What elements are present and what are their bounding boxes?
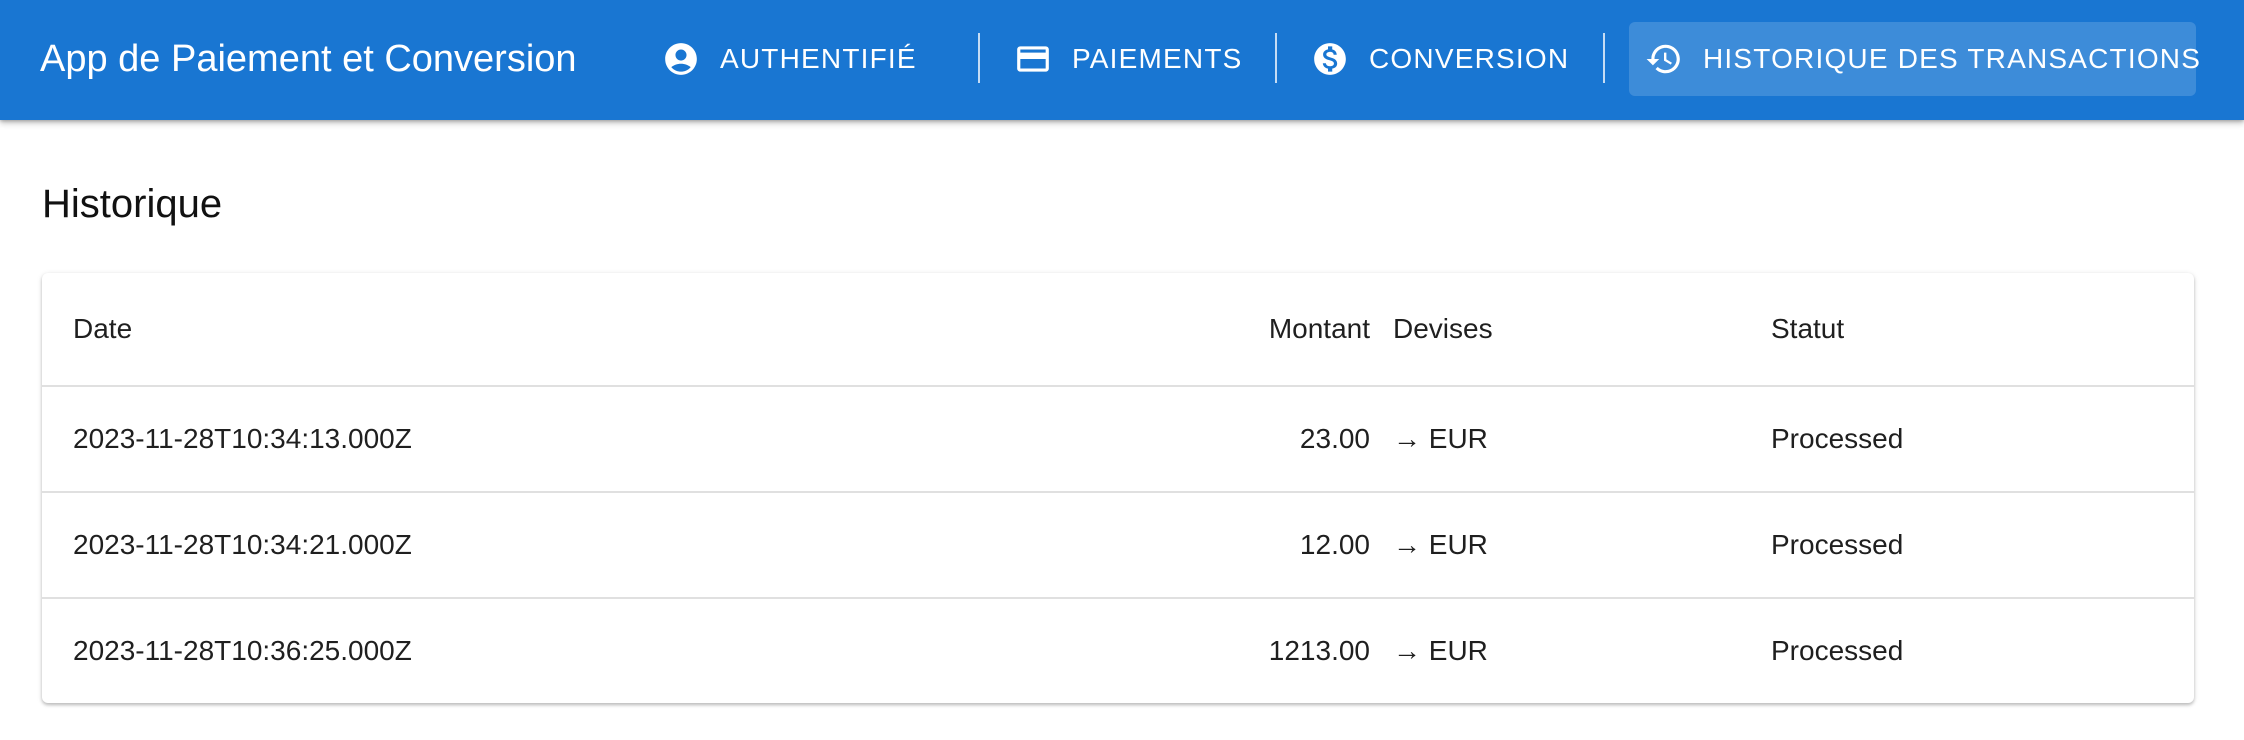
- nav-conversion-button[interactable]: Conversion: [1295, 22, 1585, 96]
- cell-amount: 12.00: [1299, 529, 1370, 560]
- column-header-amount: Montant: [1268, 313, 1370, 344]
- cell-status: Processed: [1771, 423, 1904, 454]
- column-header-date: Date: [73, 313, 133, 344]
- cell-amount: 23.00: [1299, 423, 1370, 454]
- cell-currency: → EUR: [1393, 423, 1488, 454]
- nav-payments-label: Paiements: [1072, 43, 1243, 74]
- nav-conversion-label: Conversion: [1369, 43, 1570, 74]
- account-circle-icon: [662, 40, 700, 78]
- credit-card-icon: [1014, 40, 1052, 78]
- table-row: 2023-11-28T10:36:25.000Z 1213.00 → EUR P…: [42, 599, 2194, 703]
- dollar-circle-icon: [1311, 40, 1349, 78]
- nav-authenticated-label: Authentifié: [720, 43, 917, 74]
- column-header-status: Statut: [1771, 313, 1845, 344]
- app-bar: App de Paiement et Conversion Authentifi…: [0, 0, 2244, 120]
- cell-currency: → EUR: [1393, 635, 1488, 666]
- nav-authenticated-button[interactable]: Authentifié: [646, 22, 933, 96]
- table-row: 2023-11-28T10:34:21.000Z 12.00 → EUR Pro…: [42, 493, 2194, 599]
- app-title: App de Paiement et Conversion: [40, 38, 577, 80]
- table-row: 2023-11-28T10:34:13.000Z 23.00 → EUR Pro…: [42, 387, 2194, 493]
- nav-divider: [1275, 33, 1277, 83]
- cell-date: 2023-11-28T10:36:25.000Z: [73, 635, 412, 666]
- nav-payments-button[interactable]: Paiements: [998, 22, 1259, 96]
- nav-history-label: Historique des transactions: [1703, 43, 2202, 74]
- cell-date: 2023-11-28T10:34:21.000Z: [73, 529, 412, 560]
- nav-history-button[interactable]: Historique des transactions: [1629, 22, 2200, 96]
- column-header-currency: Devises: [1393, 313, 1493, 344]
- cell-status: Processed: [1771, 529, 1904, 560]
- page-title: Historique: [42, 182, 223, 226]
- transactions-table: Date Montant Devises Statut 2023-11-28T1…: [42, 273, 2194, 703]
- nav-divider: [1603, 33, 1605, 83]
- cell-currency: → EUR: [1393, 529, 1488, 560]
- nav-divider: [978, 33, 980, 83]
- cell-amount: 1213.00: [1268, 635, 1370, 666]
- history-icon: [1645, 40, 1683, 78]
- cell-status: Processed: [1771, 635, 1904, 666]
- cell-date: 2023-11-28T10:34:13.000Z: [73, 423, 412, 454]
- table-header-row: Date Montant Devises Statut: [42, 273, 2194, 387]
